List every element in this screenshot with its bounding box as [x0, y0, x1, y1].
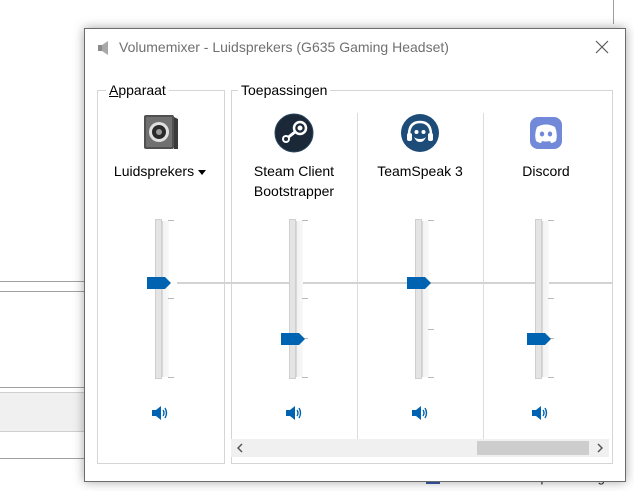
slider-track	[535, 219, 542, 379]
title-bar[interactable]: Volumemixer - Luidsprekers (G635 Gaming …	[85, 29, 625, 67]
app-label-line: Discord	[522, 163, 570, 179]
slider-thumb[interactable]	[407, 277, 431, 289]
volume-mixer-window: Volumemixer - Luidsprekers (G635 Gaming …	[84, 28, 626, 482]
mute-button[interactable]	[410, 404, 430, 422]
peak-meter	[422, 221, 429, 377]
chevron-down-icon	[198, 169, 207, 175]
mute-button[interactable]	[150, 404, 170, 422]
close-button[interactable]	[581, 29, 625, 67]
slider-tick	[428, 377, 434, 378]
background-window-edge	[613, 0, 614, 24]
app-label-line: TeamSpeak 3	[377, 163, 463, 179]
device-group-legend: Apparaat	[106, 82, 169, 98]
applications-scrollbar[interactable]	[231, 439, 609, 457]
peak-meter	[296, 221, 303, 377]
app-column-teamspeak: TeamSpeak 3	[357, 109, 483, 463]
device-dropdown[interactable]: Luidsprekers	[97, 161, 223, 181]
slider-thumb[interactable]	[281, 333, 305, 345]
app-label: Steam Client Bootstrapper	[231, 161, 357, 201]
slider-tick	[548, 220, 554, 221]
teamspeak-icon	[401, 114, 439, 152]
background-divider	[0, 458, 86, 459]
speaker-device-icon	[144, 115, 178, 149]
slider-tick	[168, 220, 174, 221]
chevron-left-icon	[237, 443, 243, 453]
slider-tick	[302, 220, 308, 221]
slider-tick	[168, 377, 174, 378]
mute-button[interactable]	[530, 404, 550, 422]
steam-volume-slider[interactable]	[281, 219, 321, 379]
slider-thumb[interactable]	[147, 277, 171, 289]
slider-tick	[428, 220, 434, 221]
slider-thumb[interactable]	[527, 333, 551, 345]
peak-meter	[542, 221, 549, 377]
scroll-right-button[interactable]	[591, 439, 609, 457]
slider-tick	[548, 377, 554, 378]
slider-tick	[302, 377, 308, 378]
background-divider	[0, 387, 86, 388]
app-label: TeamSpeak 3	[357, 161, 483, 181]
app-label: Discord	[483, 161, 609, 181]
peak-meter	[162, 221, 169, 377]
discord-volume-slider[interactable]	[527, 219, 567, 379]
background-panel	[0, 392, 86, 432]
window-title: Volumemixer - Luidsprekers (G635 Gaming …	[119, 39, 449, 55]
mute-button[interactable]	[284, 404, 304, 422]
applications-group-legend: Toepassingen	[238, 82, 331, 98]
scrollbar-thumb[interactable]	[477, 441, 589, 455]
chevron-right-icon	[597, 443, 603, 453]
device-name: Luidsprekers	[113, 163, 195, 179]
app-label-line: Bootstrapper	[253, 183, 335, 199]
close-icon	[595, 40, 609, 54]
steam-icon	[274, 113, 314, 153]
background-divider	[0, 291, 86, 292]
background-divider	[0, 281, 86, 282]
slider-track	[155, 219, 162, 379]
slider-tick	[168, 298, 174, 299]
app-label-line: Steam Client	[253, 163, 335, 179]
scroll-left-button[interactable]	[231, 439, 249, 457]
slider-track	[289, 219, 296, 379]
device-column: Luidsprekers	[97, 109, 223, 463]
app-column-discord: Discord	[483, 109, 609, 463]
teamspeak-volume-slider[interactable]	[407, 219, 447, 379]
slider-tick	[548, 298, 554, 299]
slider-tick	[428, 329, 434, 330]
speaker-icon	[98, 41, 108, 55]
device-volume-slider[interactable]	[147, 219, 187, 379]
slider-track	[415, 219, 422, 379]
slider-tick	[302, 298, 308, 299]
discord-icon	[530, 117, 562, 149]
app-column-steam: Steam Client Bootstrapper	[231, 109, 357, 463]
